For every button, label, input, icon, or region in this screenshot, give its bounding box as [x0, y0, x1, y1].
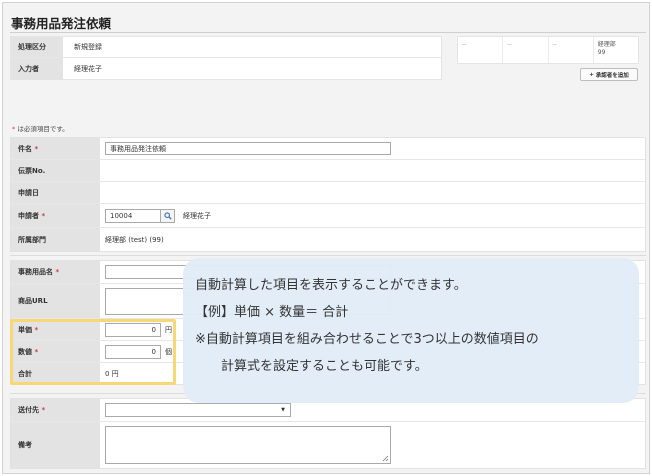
applicant-name: 経理花子: [183, 211, 211, 220]
date-value: [100, 182, 645, 203]
title-divider: [10, 32, 646, 33]
info-row-process-type: 処理区分 新規登録: [11, 37, 441, 58]
slip-label: 伝票No.: [11, 160, 100, 181]
approver-slot-assigned: 経理部 99: [594, 37, 638, 63]
subject-input[interactable]: 事務用品発注依頼: [105, 142, 391, 155]
applicant-code-input[interactable]: 10004: [105, 208, 161, 223]
info-row-entered-by: 入力者 経理花子: [11, 58, 441, 79]
callout-line: ※自動計算項目を組み合わせることで3つ以上の数値項目の: [195, 332, 539, 347]
approver-dept: 経理部: [597, 41, 616, 48]
callout-line: 【例】単価 × 数量＝ 合計: [195, 305, 349, 320]
item-label: 事務用品名: [18, 268, 53, 276]
chevron-down-icon: ▼: [281, 407, 285, 413]
search-button[interactable]: [161, 208, 175, 223]
section-divider: [10, 255, 646, 256]
form-section-delivery: 送付先 * ▼ 備考: [10, 398, 646, 469]
callout-line: 自動計算した項目を表示することができます。: [195, 278, 467, 293]
row-applicant: 申請者 * 10004 経理花子: [11, 204, 645, 228]
notes-textarea[interactable]: [105, 426, 391, 464]
url-label: 商品URL: [11, 284, 100, 318]
info-label: 処理区分: [11, 37, 63, 57]
auto-calc-callout: 自動計算した項目を表示することができます。 【例】単価 × 数量＝ 合計 ※自動…: [183, 258, 639, 403]
resize-grip-icon: [382, 455, 389, 462]
required-mark: *: [34, 144, 39, 153]
field-label: 送付先 *: [11, 399, 100, 421]
approver-slot: --: [549, 37, 594, 63]
required-mark: *: [41, 406, 46, 414]
subject-label: 件名: [18, 144, 32, 153]
row-subject: 件名 * 事務用品発注依頼: [11, 138, 645, 160]
dest-label: 送付先: [18, 406, 39, 414]
approver-route: -- -- -- 経理部 99: [457, 36, 639, 64]
dept-label: 所属部門: [11, 228, 100, 251]
page-title: 事務用品発注依頼: [11, 16, 112, 31]
field-label: 事務用品名 *: [11, 261, 100, 283]
row-notes: 備考: [11, 422, 645, 468]
destination-select[interactable]: ▼: [105, 403, 291, 417]
form-section-basic: 件名 * 事務用品発注依頼 伝票No. 申請日 申請者 * 10004 経理花子: [10, 137, 646, 252]
required-note-text: は必須項目です。: [17, 125, 69, 133]
approver-slot: --: [458, 37, 504, 63]
auto-calc-highlight: [10, 319, 176, 385]
callout-line: 計算式を設定することも可能です。: [221, 359, 428, 374]
applicant-label: 申請者: [18, 211, 39, 220]
plus-icon: +: [589, 71, 594, 78]
approver-code: 99: [597, 49, 606, 57]
field-label: 申請者 *: [11, 204, 100, 227]
search-icon: [163, 211, 172, 220]
required-mark: *: [55, 268, 60, 276]
add-approver-label: 承認者を追加: [595, 72, 629, 79]
dept-value: 経理部 (test) (99): [105, 235, 164, 244]
note-label: 備考: [11, 422, 100, 468]
process-info-table: 処理区分 新規登録 入力者 経理花子: [10, 36, 442, 80]
app-frame: 事務用品発注依頼 処理区分 新規登録 入力者 経理花子 -- -- -- 経理部…: [2, 2, 650, 474]
add-approver-button[interactable]: + 承認者を追加: [580, 68, 638, 81]
required-mark: *: [12, 125, 16, 133]
slip-value: [100, 160, 645, 181]
field-label: 件名 *: [11, 138, 100, 159]
info-value: 経理花子: [74, 64, 102, 73]
required-note: * は必須項目です。: [12, 123, 69, 133]
row-department: 所属部門 経理部 (test) (99): [11, 228, 645, 251]
approver-slot: --: [503, 37, 549, 63]
info-value: 新規登録: [74, 43, 102, 51]
row-slip-no: 伝票No.: [11, 160, 645, 182]
date-label: 申請日: [11, 182, 100, 203]
required-mark: *: [41, 211, 46, 220]
row-apply-date: 申請日: [11, 182, 645, 204]
info-label: 入力者: [11, 58, 63, 79]
